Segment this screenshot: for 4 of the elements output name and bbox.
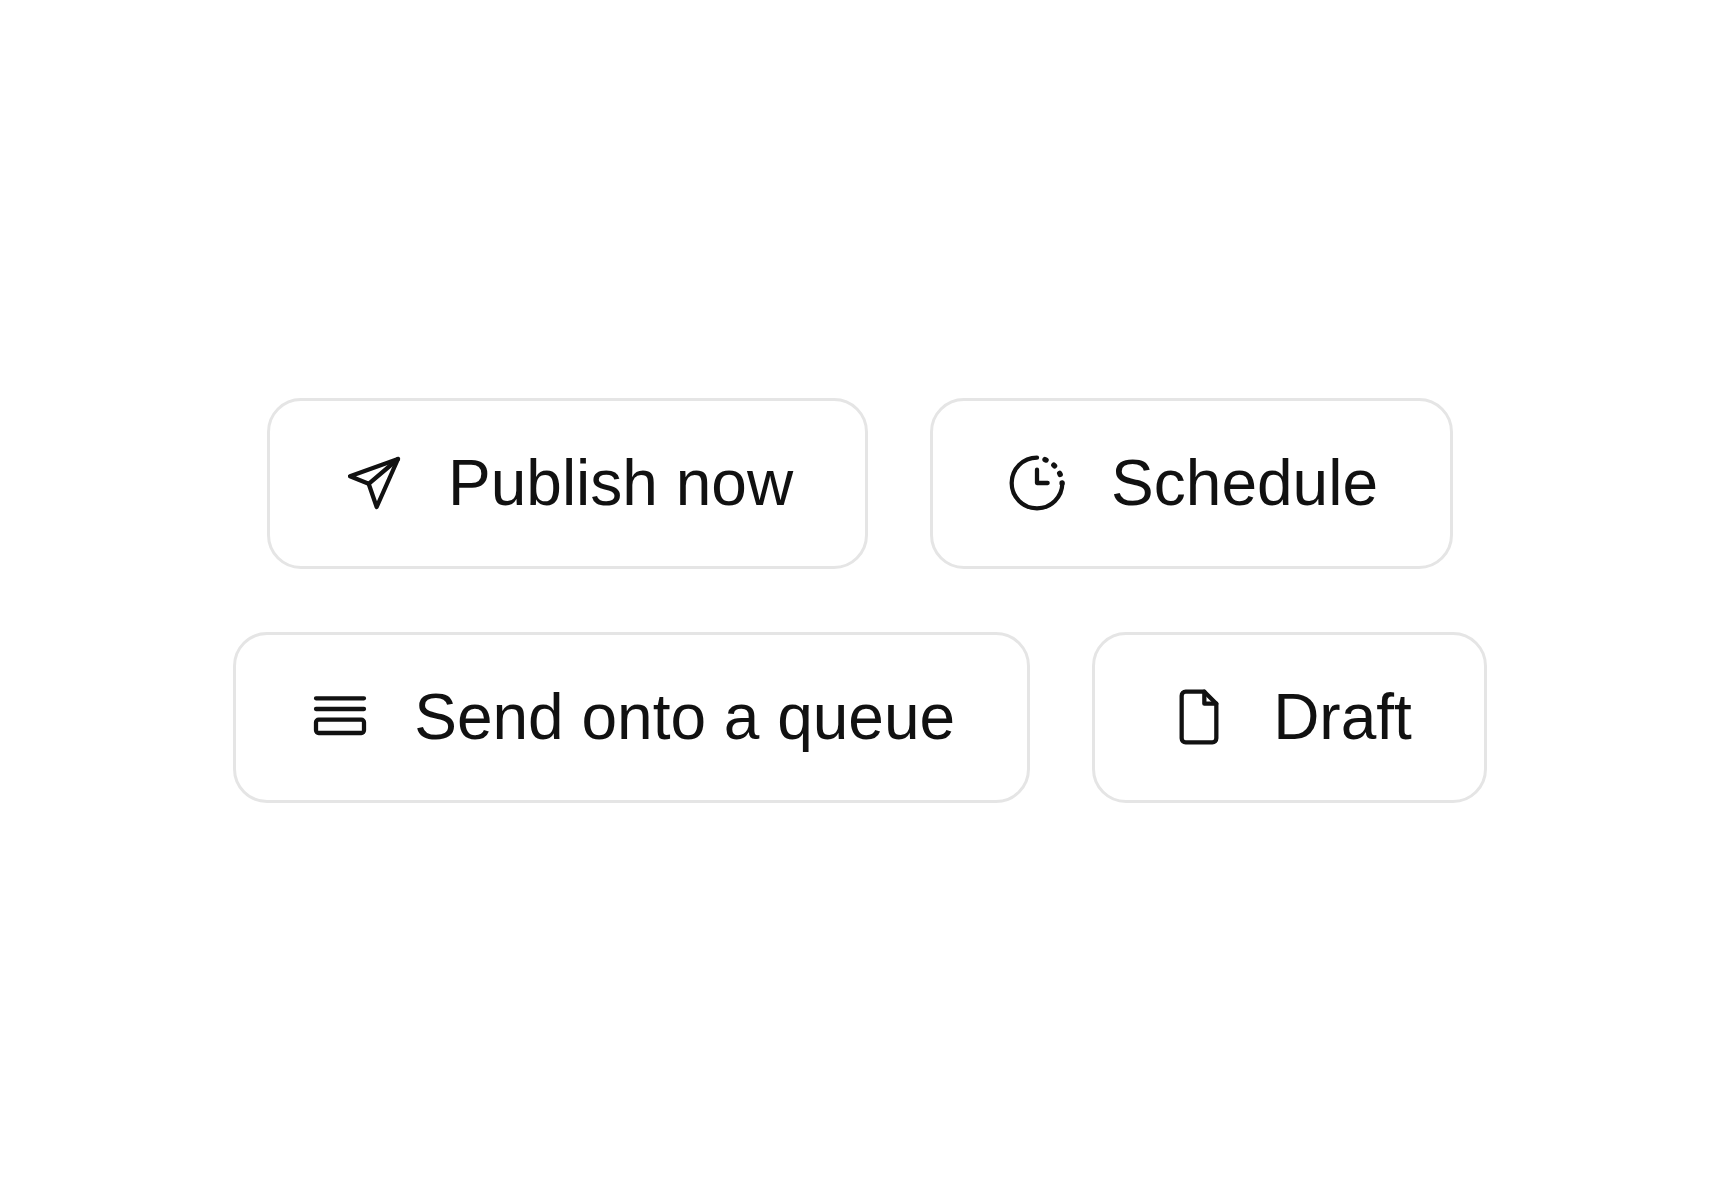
action-button[interactable]: Publish now — [267, 397, 869, 569]
action-button[interactable]: Schedule — [930, 397, 1453, 569]
action-button[interactable]: Draft — [1092, 631, 1487, 803]
action-button[interactable]: Send onto a queue — [233, 631, 1031, 803]
